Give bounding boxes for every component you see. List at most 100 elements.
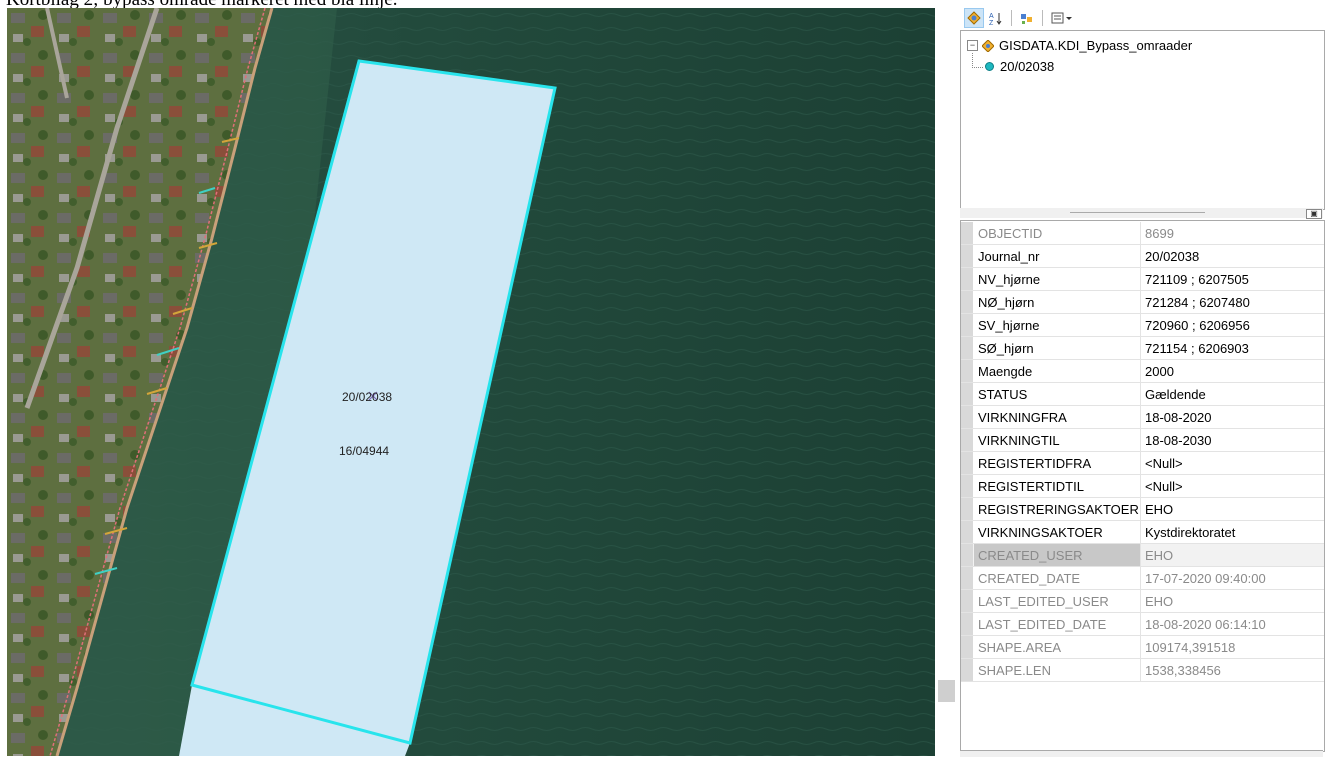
- column-divider: [1140, 360, 1141, 382]
- attribute-value: 1538,338456: [1145, 663, 1221, 678]
- collapse-icon[interactable]: −: [967, 40, 978, 51]
- scrollbar-thumb[interactable]: [938, 680, 955, 702]
- row-gutter: [961, 590, 973, 612]
- splitter-toggle-icon[interactable]: ▣: [1306, 209, 1322, 219]
- attribute-row[interactable]: SHAPE.LEN 1538,338456: [961, 659, 1324, 682]
- attribute-row[interactable]: NV_hjørne 721109 ; 6207505: [961, 268, 1324, 291]
- attribute-key: REGISTRERINGSAKTOER: [978, 502, 1139, 517]
- attribute-row[interactable]: SØ_hjørn 721154 ; 6206903: [961, 337, 1324, 360]
- list-by-selection-icon[interactable]: [1017, 8, 1037, 28]
- attribute-value: 20/02038: [1145, 249, 1200, 264]
- svg-text:A: A: [989, 13, 994, 20]
- attribute-value: EHO: [1145, 548, 1174, 563]
- attribute-value: <Null>: [1145, 456, 1183, 471]
- map-label-journal: 20/02038: [342, 390, 393, 404]
- attribute-row[interactable]: VIRKNINGTIL 18-08-2030: [961, 429, 1324, 452]
- options-dropdown-icon[interactable]: [1048, 8, 1076, 28]
- attribute-row[interactable]: Journal_nr 20/02038: [961, 245, 1324, 268]
- column-divider: [1140, 429, 1141, 451]
- attribute-row[interactable]: VIRKNINGSAKTOER Kystdirektoratet: [961, 521, 1324, 544]
- attribute-value: 721154 ; 6206903: [1145, 341, 1249, 356]
- column-divider: [1140, 337, 1141, 359]
- row-gutter: [961, 521, 973, 543]
- attribute-key: Journal_nr: [978, 249, 1040, 264]
- attribute-key: VIRKNINGFRA: [978, 410, 1067, 425]
- attribute-key: VIRKNINGTIL: [978, 433, 1060, 448]
- tree-feature-node[interactable]: 20/02038: [983, 59, 1054, 74]
- attribute-key: LAST_EDITED_DATE: [978, 617, 1107, 632]
- attribute-value: EHO: [1145, 502, 1174, 517]
- column-divider: [1140, 567, 1141, 589]
- attribute-row[interactable]: SV_hjørne 720960 ; 6206956: [961, 314, 1324, 337]
- row-gutter: [961, 291, 973, 313]
- column-divider: [1140, 636, 1141, 658]
- toolbar-separator: [1011, 10, 1012, 26]
- row-gutter: [961, 452, 973, 474]
- attribute-value: 18-08-2030: [1145, 433, 1212, 448]
- column-divider: [1140, 268, 1141, 290]
- tree-feature-label: 20/02038: [1000, 59, 1055, 74]
- attribute-key: SV_hjørne: [978, 318, 1040, 333]
- attribute-row[interactable]: CREATED_DATE 17-07-2020 09:40:00: [961, 567, 1324, 590]
- map-scrollbar[interactable]: [935, 0, 960, 756]
- attribute-key: REGISTERTIDFRA: [978, 456, 1092, 471]
- attributes-toolbar: AZ: [964, 8, 1076, 28]
- attribute-row[interactable]: LAST_EDITED_USER EHO: [961, 590, 1324, 613]
- panel-splitter[interactable]: ▣: [960, 208, 1323, 219]
- attribute-value: <Null>: [1145, 479, 1183, 494]
- attribute-row[interactable]: STATUS Gældende: [961, 383, 1324, 406]
- attribute-table: OBJECTID 8699 Journal_nr 20/02038 NV_hjørne 7…: [960, 220, 1325, 752]
- row-gutter: [961, 475, 973, 497]
- attribute-row[interactable]: NØ_hjørn 721284 ; 6207480: [961, 291, 1324, 314]
- list-by-layer-icon[interactable]: [964, 8, 984, 28]
- column-divider: [1140, 521, 1141, 543]
- attribute-key: CREATED_USER: [974, 544, 1140, 566]
- column-divider: [1140, 544, 1141, 566]
- row-gutter: [961, 337, 973, 359]
- attribute-row[interactable]: CREATED_USER EHO: [961, 544, 1324, 567]
- attribute-key: STATUS: [978, 387, 1028, 402]
- row-gutter: [961, 613, 973, 635]
- attribute-value: 2000: [1145, 364, 1174, 379]
- attribute-key: SØ_hjørn: [978, 341, 1034, 356]
- attribute-row[interactable]: REGISTERTIDFRA <Null>: [961, 452, 1324, 475]
- attribute-row[interactable]: LAST_EDITED_DATE 18-08-2020 06:14:10: [961, 613, 1324, 636]
- column-divider: [1140, 452, 1141, 474]
- column-divider: [1140, 590, 1141, 612]
- attribute-key: REGISTERTIDTIL: [978, 479, 1084, 494]
- attribute-key: OBJECTID: [978, 226, 1043, 241]
- row-gutter: [961, 245, 973, 267]
- attribute-row[interactable]: OBJECTID 8699: [961, 222, 1324, 245]
- attribute-key: LAST_EDITED_USER: [978, 594, 1109, 609]
- attribute-value: 720960 ; 6206956: [1145, 318, 1250, 333]
- column-divider: [1140, 245, 1141, 267]
- attribute-value: 8699: [1145, 226, 1174, 241]
- row-gutter: [961, 222, 973, 244]
- attribute-key: VIRKNINGSAKTOER: [978, 525, 1103, 540]
- tree-layer-node[interactable]: − GISDATA.KDI_Bypass_omraader: [967, 38, 1192, 53]
- column-divider: [1140, 498, 1141, 520]
- attribute-row[interactable]: REGISTERTIDTIL <Null>: [961, 475, 1324, 498]
- splitter-grip: [1070, 212, 1205, 213]
- feature-icon: [985, 62, 994, 71]
- aerial-imagery: [7, 8, 935, 756]
- attribute-key: NV_hjørne: [978, 272, 1041, 287]
- attribute-value: EHO: [1145, 594, 1174, 609]
- attribute-key: SHAPE.LEN: [978, 663, 1051, 678]
- map-view[interactable]: 20/02038 16/04944: [7, 8, 935, 756]
- layer-icon: [981, 38, 995, 53]
- tree-layer-label: GISDATA.KDI_Bypass_omraader: [999, 38, 1193, 53]
- attribute-value: 721284 ; 6207480: [1145, 295, 1250, 310]
- feature-tree[interactable]: − GISDATA.KDI_Bypass_omraader 20/02038: [960, 30, 1325, 210]
- column-divider: [1140, 613, 1141, 635]
- attribute-row[interactable]: Maengde 2000: [961, 360, 1324, 383]
- toolbar-separator: [1042, 10, 1043, 26]
- attribute-row[interactable]: VIRKNINGFRA 18-08-2020: [961, 406, 1324, 429]
- tree-connector: [972, 53, 983, 68]
- column-divider: [1140, 475, 1141, 497]
- attribute-row[interactable]: SHAPE.AREA 109174,391518: [961, 636, 1324, 659]
- column-divider: [1140, 659, 1141, 681]
- attribute-row[interactable]: REGISTRERINGSAKTOER EHO: [961, 498, 1324, 521]
- sort-az-icon[interactable]: AZ: [986, 8, 1006, 28]
- attribute-value: 109174,391518: [1145, 640, 1236, 655]
